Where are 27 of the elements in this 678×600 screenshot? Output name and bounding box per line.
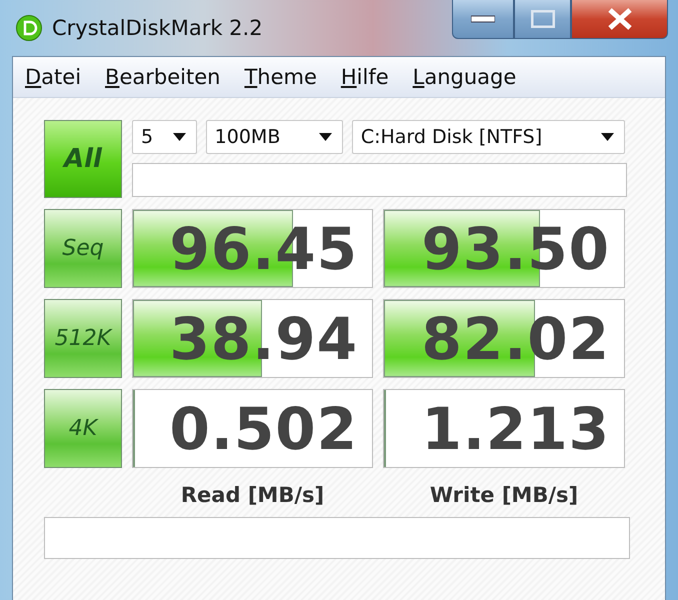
minimize-button[interactable] bbox=[452, 0, 514, 39]
dropdown[interactable]: 100MB bbox=[206, 120, 343, 154]
column-heading: Write [MB/s] bbox=[428, 482, 580, 507]
dropdown[interactable]: 5 bbox=[132, 120, 197, 154]
menu-item[interactable]: Bearbeiten bbox=[105, 65, 220, 89]
run-all-button[interactable]: All bbox=[44, 120, 122, 198]
menu-item[interactable]: Datei bbox=[25, 65, 82, 89]
test-button[interactable]: 4K bbox=[44, 389, 122, 468]
app-logo-icon bbox=[16, 15, 42, 41]
result-value: 0.502 bbox=[170, 400, 358, 458]
close-button[interactable] bbox=[571, 0, 668, 39]
column-heading: Read [MB/s] bbox=[180, 482, 326, 507]
menu-item[interactable]: Theme bbox=[244, 65, 317, 89]
menu-item[interactable]: Language bbox=[412, 65, 516, 89]
maximize-button[interactable] bbox=[514, 0, 571, 39]
caret-icon bbox=[318, 133, 332, 141]
maximize-icon bbox=[530, 10, 554, 28]
result-value: 1.213 bbox=[422, 400, 610, 458]
menu-item[interactable]: Hilfe bbox=[340, 65, 389, 89]
test-button[interactable]: 512K bbox=[44, 299, 122, 378]
minimize-icon bbox=[471, 15, 495, 23]
window-title: CrystalDiskMark 2.2 bbox=[52, 16, 263, 40]
test-button[interactable]: Seq bbox=[44, 209, 122, 288]
close-icon bbox=[606, 8, 632, 30]
dropdown[interactable]: C:Hard Disk [NTFS] bbox=[352, 120, 625, 154]
caret-icon bbox=[601, 133, 614, 141]
caret-icon bbox=[172, 133, 186, 141]
